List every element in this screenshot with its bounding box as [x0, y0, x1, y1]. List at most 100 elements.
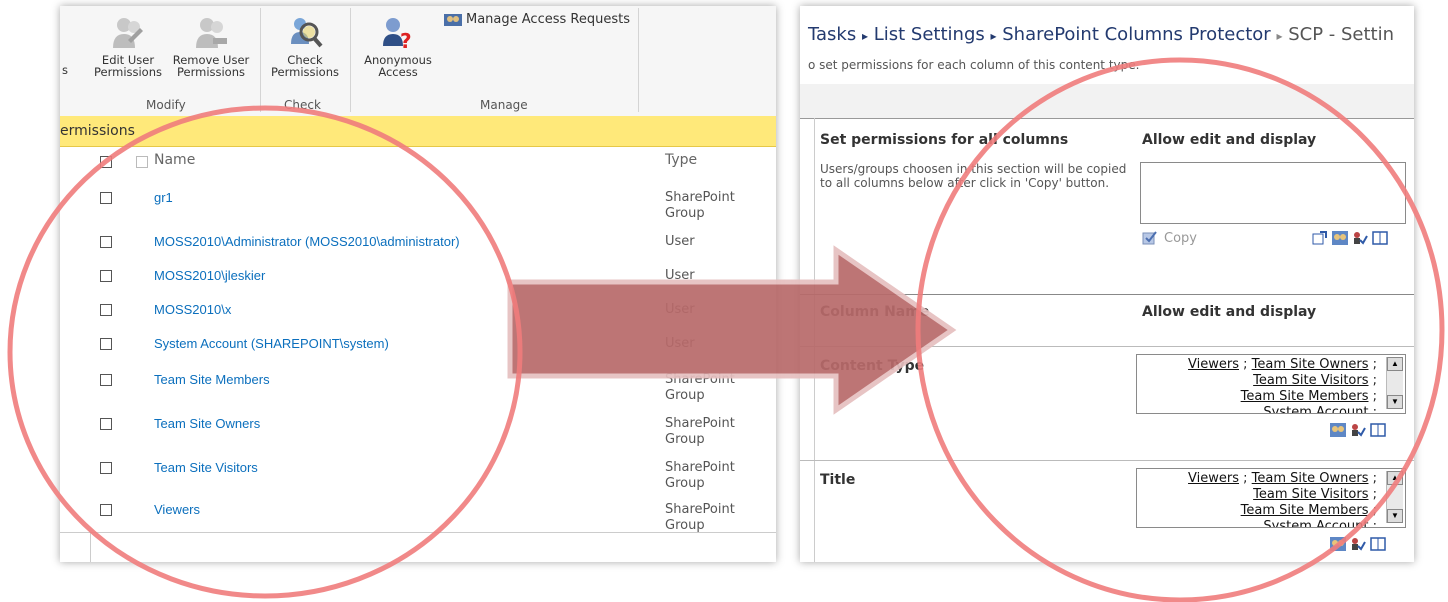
row-type: User — [665, 302, 695, 318]
row-type-line: Group — [665, 388, 705, 403]
column-people-picker[interactable]: Viewers ; Team Site Owners ; Team Site Vi… — [1136, 354, 1406, 414]
directory-icon[interactable] — [1370, 422, 1386, 438]
check-permissions-icon — [287, 14, 323, 50]
address-book-icon[interactable] — [1332, 230, 1348, 246]
resolved-person[interactable]: System Account — [1263, 405, 1368, 413]
people-picker-scrollbar[interactable]: ▲ ▼ — [1386, 357, 1403, 409]
column-header-type[interactable]: Type — [665, 152, 697, 168]
directory-icon[interactable] — [1372, 230, 1388, 246]
resolved-person[interactable]: Team Site Owners — [1252, 471, 1369, 486]
browse-people-icon[interactable] — [1312, 230, 1328, 246]
manage-access-requests-label: Manage Access Requests — [466, 12, 630, 27]
row-checkbox[interactable] — [100, 418, 112, 430]
ribbon-separator — [260, 8, 261, 112]
address-book-icon[interactable] — [1330, 536, 1346, 552]
people-list: Viewers ; Team Site Owners ; Team Site Vi… — [1188, 471, 1377, 527]
warning-bar: ermissions — [60, 116, 776, 147]
people-separator: ; — [1239, 471, 1248, 486]
column-picker-actions — [1330, 422, 1386, 438]
people-separator: ; — [1239, 357, 1248, 372]
breadcrumb-item-tasks[interactable]: Tasks — [808, 24, 856, 45]
scroll-up-button[interactable]: ▲ — [1387, 471, 1403, 485]
row-checkbox[interactable] — [100, 304, 112, 316]
edit-user-permissions-button[interactable]: Edit User Permissions — [88, 14, 168, 78]
people-picker-scrollbar[interactable]: ▲ ▼ — [1386, 471, 1403, 523]
select-column-checkbox[interactable] — [136, 156, 148, 168]
check-permissions-button[interactable]: Check Permissions — [266, 14, 344, 78]
row-checkbox[interactable] — [100, 374, 112, 386]
resolved-person[interactable]: Team Site Visitors — [1253, 487, 1368, 502]
breadcrumb-separator: ▸ — [1276, 29, 1283, 43]
row-name-link[interactable]: Team Site Members — [154, 372, 270, 387]
column-header-name[interactable]: Name — [154, 152, 195, 168]
ribbon-separator — [638, 8, 639, 112]
resolved-person[interactable]: System Account — [1263, 519, 1368, 527]
row-checkbox[interactable] — [100, 504, 112, 516]
check-names-icon[interactable] — [1352, 230, 1368, 246]
resolved-person[interactable]: Viewers — [1188, 357, 1239, 372]
resolved-person[interactable]: Viewers — [1188, 471, 1239, 486]
column-people-picker[interactable]: Viewers ; Team Site Owners ; Team Site Vi… — [1136, 468, 1406, 528]
people-line: System Account ; — [1188, 519, 1377, 527]
row-checkbox[interactable] — [100, 270, 112, 282]
people-line: Team Site Members ; — [1188, 503, 1377, 519]
row-type: SharePoint Group — [665, 190, 735, 222]
row-name-link[interactable]: MOSS2010\Administrator (MOSS2010\adminis… — [154, 234, 460, 249]
scroll-down-button[interactable]: ▼ — [1387, 395, 1403, 409]
breadcrumb-item-list-settings[interactable]: List Settings — [874, 24, 985, 45]
row-name-link[interactable]: Team Site Visitors — [154, 460, 258, 475]
row-name-link[interactable]: MOSS2010\jleskier — [154, 268, 265, 283]
column-name-header: Column Name — [820, 304, 930, 320]
resolved-person[interactable]: Team Site Members — [1241, 389, 1369, 404]
remove-user-permissions-button[interactable]: Remove User Permissions — [168, 14, 254, 78]
row-type-line: SharePoint — [665, 502, 735, 517]
row-divider — [800, 346, 1414, 347]
resolved-person[interactable]: Team Site Owners — [1252, 357, 1369, 372]
row-type-line: Group — [665, 476, 705, 491]
select-all-checkbox[interactable] — [100, 156, 112, 168]
scroll-up-button[interactable]: ▲ — [1387, 357, 1403, 371]
edit-user-permissions-label-2: Permissions — [93, 65, 163, 79]
row-name-link[interactable]: System Account (SHAREPOINT\system) — [154, 336, 389, 351]
check-names-icon[interactable] — [1350, 536, 1366, 552]
ribbon-partial-label: s — [62, 63, 68, 77]
permissions-panel: s Edit User Permissions Remove User Perm… — [60, 6, 776, 562]
row-checkbox[interactable] — [100, 236, 112, 248]
address-book-icon[interactable] — [1330, 422, 1346, 438]
resolved-person[interactable]: Team Site Members — [1241, 503, 1369, 518]
breadcrumb-item-scp-settings: SCP - Settin — [1288, 24, 1395, 45]
manage-access-requests-icon — [444, 12, 462, 28]
check-names-icon[interactable] — [1350, 422, 1366, 438]
manage-access-requests-button[interactable]: Manage Access Requests — [444, 12, 630, 28]
ribbon-separator — [350, 8, 351, 112]
row-type: User — [665, 234, 695, 250]
row-name-link[interactable]: Viewers — [154, 502, 200, 517]
breadcrumb-item-columns-protector[interactable]: SharePoint Columns Protector — [1002, 24, 1270, 45]
row-checkbox[interactable] — [100, 192, 112, 204]
row-type-line: Group — [665, 206, 705, 221]
all-columns-people-picker[interactable] — [1140, 162, 1406, 224]
row-name-link[interactable]: Team Site Owners — [154, 416, 260, 431]
list-footer-divider — [90, 532, 91, 562]
row-checkbox[interactable] — [100, 462, 112, 474]
people-line: Viewers ; Team Site Owners ; — [1188, 471, 1377, 487]
page-header-band — [800, 84, 1414, 119]
column-row-name: Title — [820, 472, 856, 488]
scroll-down-button[interactable]: ▼ — [1387, 509, 1403, 523]
resolved-person[interactable]: Team Site Visitors — [1253, 373, 1368, 388]
people-line: Team Site Visitors ; — [1188, 487, 1377, 503]
people-line: Viewers ; Team Site Owners ; — [1188, 357, 1377, 373]
list-footer-divider — [60, 532, 776, 533]
column-picker-actions — [1330, 536, 1386, 552]
column-row-name: Content Type — [820, 358, 925, 374]
row-divider — [800, 460, 1414, 461]
row-name-link[interactable]: gr1 — [154, 190, 173, 205]
row-checkbox[interactable] — [100, 338, 112, 350]
svg-text:?: ? — [400, 29, 412, 50]
row-name-link[interactable]: MOSS2010\x — [154, 302, 231, 317]
directory-icon[interactable] — [1370, 536, 1386, 552]
anonymous-access-icon: ? — [380, 14, 416, 53]
anonymous-access-button[interactable]: ? Anonymous Access — [354, 14, 442, 78]
row-type-line: User — [665, 234, 695, 249]
copy-button[interactable]: Copy — [1142, 230, 1197, 246]
